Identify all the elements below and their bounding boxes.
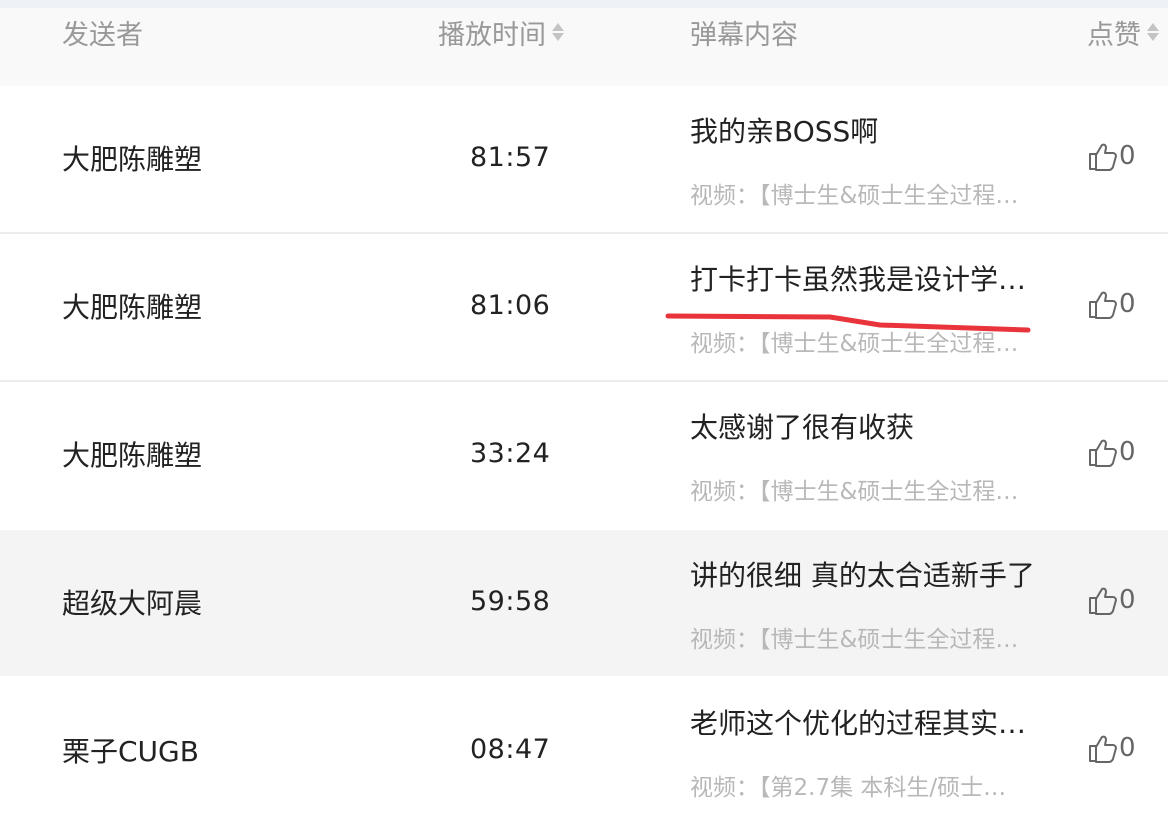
table-row[interactable]: 大肥陈雕塑 81:06 打卡打卡虽然我是设计学… 视频：【博士生&硕士生全过程…… — [0, 234, 1168, 380]
like-button[interactable]: 0 — [1087, 436, 1136, 468]
sender-name[interactable]: 大肥陈雕塑 — [62, 286, 202, 326]
like-button[interactable]: 0 — [1087, 140, 1136, 172]
danmaku-content: 我的亲BOSS啊 — [690, 115, 879, 148]
table-row[interactable]: 栗子CUGB 08:47 老师这个优化的过程其实… 视频：【第2.7集 本科生/… — [0, 678, 1168, 824]
top-strip — [0, 0, 1168, 8]
like-count: 0 — [1119, 733, 1136, 763]
header-sender-label: 发送者 — [62, 19, 143, 51]
sender-name[interactable]: 大肥陈雕塑 — [62, 138, 202, 178]
like-button[interactable]: 0 — [1087, 732, 1136, 764]
like-button[interactable]: 0 — [1087, 584, 1136, 616]
danmaku-content: 打卡打卡虽然我是设计学… — [690, 263, 1027, 296]
sort-icon[interactable] — [552, 22, 564, 42]
sender-name[interactable]: 栗子CUGB — [62, 730, 199, 770]
thumbs-up-icon — [1089, 291, 1117, 319]
video-source[interactable]: 视频：【博士生&硕士生全过程… — [690, 324, 1040, 358]
header-time[interactable]: 播放时间 — [438, 8, 564, 56]
header-content: 弹幕内容 — [690, 8, 798, 56]
video-source[interactable]: 视频：【博士生&硕士生全过程… — [690, 176, 1040, 210]
sort-icon[interactable] — [1147, 22, 1159, 42]
danmaku-content: 太感谢了很有收获 — [690, 411, 915, 444]
play-time: 59:58 — [470, 586, 551, 617]
header-time-label: 播放时间 — [438, 19, 546, 51]
thumbs-up-icon — [1089, 587, 1117, 615]
video-source[interactable]: 视频：【博士生&硕士生全过程… — [690, 620, 1040, 654]
sender-name[interactable]: 大肥陈雕塑 — [62, 434, 202, 474]
thumbs-up-icon — [1089, 439, 1117, 467]
table-row-highlighted[interactable]: 超级大阿晨 59:58 讲的很细 真的太合适新手了 视频：【博士生&硕士生全过程… — [0, 530, 1168, 676]
play-time: 81:06 — [470, 290, 551, 321]
table-row[interactable]: 大肥陈雕塑 81:57 我的亲BOSS啊 视频：【博士生&硕士生全过程… 0 — [0, 86, 1168, 232]
like-count: 0 — [1119, 437, 1136, 467]
like-count: 0 — [1119, 141, 1136, 171]
table-header: 发送者 播放时间 弹幕内容 点赞 — [0, 8, 1168, 86]
thumbs-up-icon — [1089, 143, 1117, 171]
play-time: 08:47 — [470, 734, 551, 765]
play-time: 81:57 — [470, 142, 551, 173]
sender-name[interactable]: 超级大阿晨 — [62, 582, 202, 622]
header-sender: 发送者 — [62, 8, 143, 56]
header-content-label: 弹幕内容 — [690, 19, 798, 51]
like-count: 0 — [1119, 289, 1136, 319]
table-row[interactable]: 大肥陈雕塑 33:24 太感谢了很有收获 视频：【博士生&硕士生全过程… 0 — [0, 382, 1168, 528]
danmaku-content: 老师这个优化的过程其实… — [690, 707, 1027, 740]
danmaku-content: 讲的很细 真的太合适新手了 — [690, 559, 1035, 592]
like-count: 0 — [1119, 585, 1136, 615]
video-source[interactable]: 视频：【第2.7集 本科生/硕士… — [690, 768, 1040, 802]
header-likes[interactable]: 点赞 — [1087, 8, 1159, 56]
like-button[interactable]: 0 — [1087, 288, 1136, 320]
video-source[interactable]: 视频：【博士生&硕士生全过程… — [690, 472, 1040, 506]
thumbs-up-icon — [1089, 735, 1117, 763]
header-likes-label: 点赞 — [1087, 19, 1141, 51]
play-time: 33:24 — [470, 438, 551, 469]
